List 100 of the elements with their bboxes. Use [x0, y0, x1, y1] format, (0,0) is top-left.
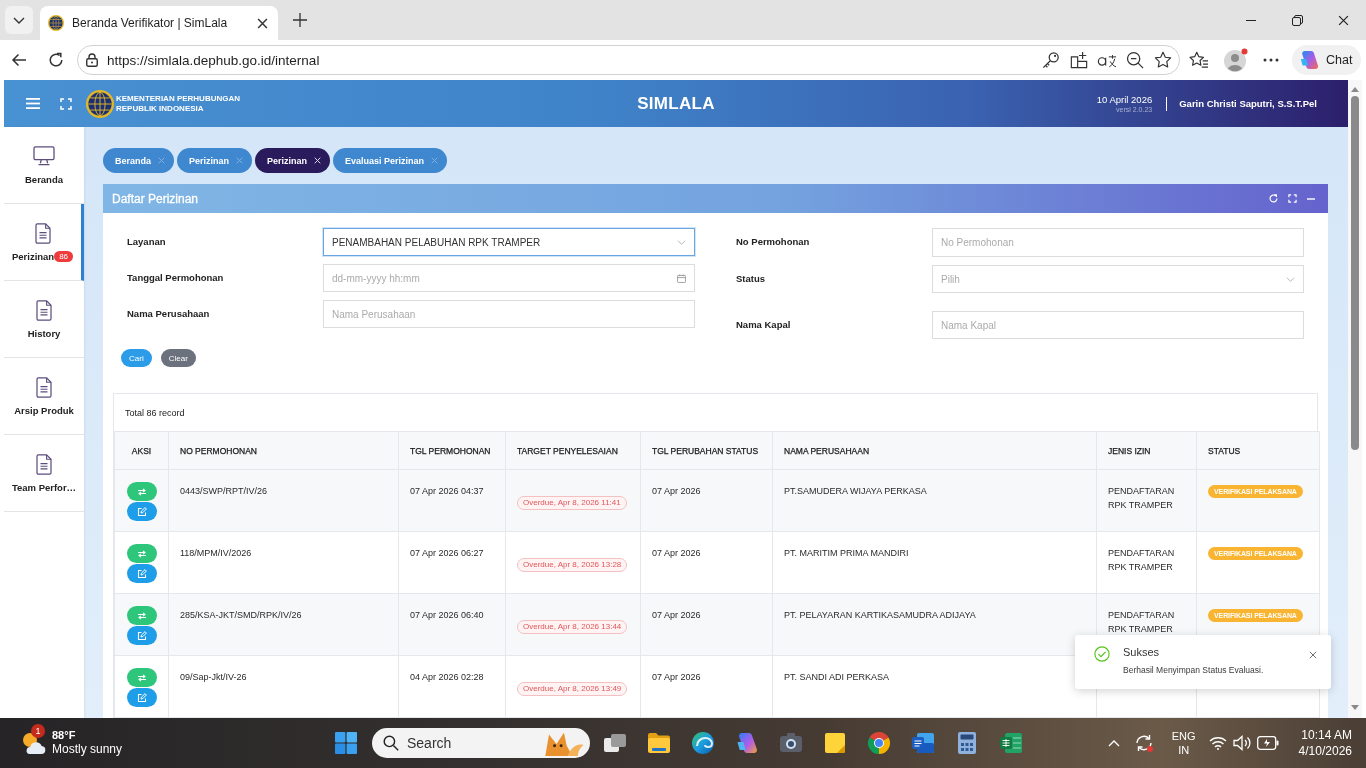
input-language[interactable]: ENG — [1171, 729, 1196, 743]
weather-temperature[interactable]: 88°F — [52, 729, 76, 742]
user-name[interactable]: Garin Christi Saputri, S.S.T.Pel — [1179, 98, 1317, 109]
round-browser-icon[interactable] — [867, 731, 891, 755]
record-count: Total 86 record — [125, 407, 185, 418]
input-region[interactable]: IN — [1178, 743, 1190, 757]
clock-date[interactable]: 4/10/2026 — [1298, 743, 1352, 759]
star-icon[interactable] — [1154, 51, 1172, 69]
field-label: Status — [736, 273, 766, 284]
header-date: 10 April 2026 — [1096, 94, 1153, 105]
chevron-down-icon — [677, 239, 686, 245]
clock-time[interactable]: 10:14 AM — [1301, 727, 1352, 743]
more-icon[interactable] — [1263, 58, 1279, 62]
app-title: SIMLALA — [637, 93, 715, 114]
edit-button[interactable] — [126, 502, 157, 521]
zoom-out-icon[interactable] — [1126, 51, 1144, 69]
monitor-icon — [33, 146, 55, 166]
table-cell: 0443/SWP/RPT/IV/26 — [168, 469, 399, 532]
table-cell: 118/MPM/IV/2026 — [168, 531, 399, 594]
table-cell: 07 Apr 2026 06:27 — [398, 531, 506, 594]
column-header: TGL PERMOHONAN — [398, 431, 506, 470]
chevron-down-icon — [1286, 276, 1295, 282]
column-header: AKSI — [114, 431, 169, 470]
profile-avatar-icon[interactable] — [1223, 47, 1249, 73]
chevron-down-icon — [13, 16, 25, 24]
scroll-down-icon[interactable] — [1351, 705, 1359, 710]
url-text[interactable]: https://simlala.dephub.go.id/internal — [107, 52, 1037, 68]
column-header: TGL PERUBAHAN STATUS — [640, 431, 773, 470]
close-icon[interactable] — [1337, 14, 1349, 26]
task-view-icon[interactable] — [603, 731, 627, 755]
plus-icon[interactable] — [293, 13, 307, 27]
battery-icon[interactable] — [1257, 736, 1280, 750]
clear-button[interactable]: Clear — [160, 349, 196, 367]
sync-icon[interactable] — [1133, 733, 1154, 753]
overdue-badge: Overdue, Apr 8, 2026 13:28 — [517, 558, 628, 572]
expand-icon[interactable] — [1288, 194, 1297, 203]
browser-tab[interactable]: Beranda Verifikator | SimLala — [40, 6, 278, 40]
chevron-up-icon[interactable] — [1107, 739, 1120, 747]
edit-icon — [136, 692, 147, 703]
toast-message: Berhasil Menyimpan Status Evaluasi. — [1123, 665, 1264, 675]
overdue-badge: Overdue, Apr 8, 2026 13:44 — [517, 620, 628, 634]
table-cell: 07 Apr 2026 — [640, 469, 773, 532]
column-header: STATUS — [1196, 431, 1320, 470]
favorites-icon[interactable] — [1189, 51, 1209, 69]
edit-icon — [136, 506, 147, 517]
note-icon[interactable] — [823, 731, 847, 755]
table-cell: 07 Apr 2026 06:40 — [398, 593, 506, 656]
edit-icon — [136, 630, 147, 641]
minimize-icon[interactable] — [1246, 19, 1256, 21]
chat-button[interactable]: Chat — [1292, 45, 1362, 75]
chat-logo-icon — [1299, 50, 1319, 70]
field-label: Nama Perusahaan — [127, 308, 210, 319]
scrollbar-thumb[interactable] — [1351, 96, 1359, 450]
key-icon[interactable] — [1042, 51, 1060, 69]
column-header: NO PERMOHONAN — [168, 431, 399, 470]
swap-arrows-icon — [136, 611, 147, 620]
back-arrow-icon[interactable] — [11, 53, 27, 67]
toast-title: Sukses — [1123, 646, 1160, 659]
page-tab[interactable]: Beranda — [103, 148, 174, 173]
fullscreen-icon[interactable] — [60, 97, 72, 110]
tab-list-button[interactable] — [5, 6, 33, 34]
tab-title: Beranda Verifikator | SimLala — [72, 16, 229, 30]
panel-title: Daftar Perizinan — [112, 191, 200, 206]
edit-button[interactable] — [126, 626, 157, 645]
edit-button[interactable] — [126, 688, 157, 707]
camera-icon[interactable] — [779, 731, 803, 755]
start-icon[interactable] — [335, 732, 357, 754]
document-app-icon[interactable] — [911, 731, 935, 755]
page-tab[interactable]: Perizinan — [255, 148, 331, 173]
page-tab[interactable]: Perizinan — [177, 148, 253, 173]
overdue-badge: Overdue, Apr 8, 2026 11:41 — [517, 496, 627, 510]
field-label: Tanggal Permohonan — [127, 272, 224, 283]
calculator-icon[interactable] — [955, 731, 979, 755]
address-bar[interactable]: https://simlala.dephub.go.id/internal — [77, 45, 1180, 75]
edit-button[interactable] — [126, 564, 157, 583]
refresh-icon[interactable] — [48, 52, 64, 68]
close-icon[interactable] — [257, 17, 268, 29]
scroll-up-icon[interactable] — [1351, 87, 1359, 92]
spreadsheet-app-icon[interactable] — [999, 731, 1023, 755]
page-tab[interactable]: Evaluasi Perizinan — [333, 148, 448, 173]
restore-icon[interactable] — [1291, 14, 1303, 26]
wifi-icon[interactable] — [1209, 736, 1228, 750]
add-app-icon[interactable] — [1070, 51, 1088, 69]
swirl-app-icon[interactable] — [735, 731, 759, 755]
calendar-icon — [677, 273, 686, 283]
check-circle-icon — [1094, 646, 1110, 662]
select-field[interactable]: PENAMBAHAN PELABUHAN RPK TRAMPER — [323, 228, 695, 256]
field-label: Layanan — [127, 236, 166, 247]
folder-icon[interactable] — [647, 731, 671, 755]
menu-icon[interactable] — [26, 98, 40, 109]
table-cell: PENDAFTARAN RPK TRAMPER — [1096, 531, 1197, 594]
field-label: No Permohonan — [736, 236, 810, 247]
swap-arrows-icon — [136, 549, 147, 558]
browser-swirl-icon[interactable] — [691, 731, 715, 755]
swap-arrows-icon — [136, 673, 147, 682]
scrollbar[interactable] — [1348, 80, 1362, 718]
field-label: Nama Kapal — [736, 319, 791, 330]
weather-condition[interactable]: Mostly sunny — [52, 742, 123, 757]
search-field[interactable]: Search — [372, 728, 590, 758]
table-cell: PT.SAMUDERA WIJAYA PERKASA — [772, 469, 1097, 532]
